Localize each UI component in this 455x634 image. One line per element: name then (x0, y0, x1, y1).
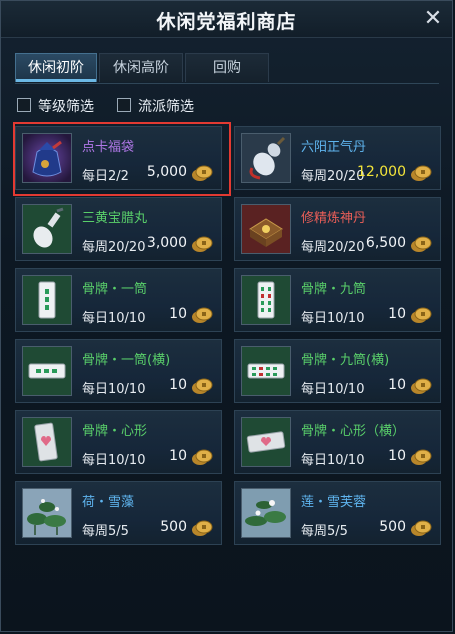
item-price: 10 (388, 377, 406, 393)
tab-casual-advanced[interactable]: 休闲高阶 (99, 53, 183, 82)
gold-coin-icon (411, 449, 432, 465)
tab-divider (15, 83, 439, 84)
item-name: 骨牌・一筒(横) (82, 353, 171, 368)
item-name: 骨牌・一筒 (82, 282, 148, 297)
item-price: 6,500 (365, 235, 406, 251)
shop-item[interactable]: 六阳正气丹 每周20/20 12,000 (234, 126, 441, 190)
shop-item[interactable]: 骨牌・一筒(横) 每日10/10 10 (15, 339, 222, 403)
item-name: 修精炼神丹 (301, 211, 367, 226)
item-name: 骨牌・九筒(横) (301, 353, 390, 368)
domino-one-horizontal-icon (22, 346, 72, 396)
tab-buyback[interactable]: 回购 (185, 53, 269, 82)
shop-item[interactable]: 三黄宝腊丸 每周20/20 3,000 (15, 197, 222, 261)
lotus-leaf-icon (22, 488, 72, 538)
item-limit: 每日10/10 (301, 382, 365, 397)
school-filter-checkbox[interactable] (117, 98, 131, 112)
gold-coin-icon (411, 236, 432, 252)
shop-item[interactable]: 荷・雪藻 每周5/5 500 (15, 481, 222, 545)
tab-casual-basic[interactable]: 休闲初阶 (15, 53, 97, 82)
item-price: 3,000 (146, 235, 187, 251)
gold-coin-icon (192, 378, 213, 394)
close-icon[interactable]: ✕ (422, 8, 444, 30)
shop-item[interactable]: 修精炼神丹 每周20/20 6,500 (234, 197, 441, 261)
school-filter-label: 流派筛选 (138, 99, 194, 115)
level-filter-checkbox[interactable] (17, 98, 31, 112)
gourd-pill-icon (241, 133, 291, 183)
item-price: 10 (388, 306, 406, 322)
domino-nine-icon (241, 275, 291, 325)
gold-coin-icon (192, 520, 213, 536)
item-name: 六阳正气丹 (301, 140, 367, 155)
level-filter-label: 等级筛选 (38, 99, 94, 115)
item-limit: 每日10/10 (301, 311, 365, 326)
shop-item[interactable]: 骨牌・一筒 每日10/10 10 (15, 268, 222, 332)
item-limit: 每日10/10 (82, 311, 146, 326)
item-limit: 每日10/10 (82, 453, 146, 468)
domino-heart-icon (22, 417, 72, 467)
level-filter[interactable]: 等级筛选 (17, 95, 109, 117)
shop-item[interactable]: 莲・雪芙蓉 每周5/5 500 (234, 481, 441, 545)
item-name: 莲・雪芙蓉 (301, 495, 367, 510)
selected-item-highlight (13, 122, 231, 196)
item-limit: 每周20/20 (301, 240, 365, 255)
item-limit: 每周20/20 (82, 240, 146, 255)
item-price: 10 (169, 306, 187, 322)
shop-item[interactable]: 骨牌・心形（横） 每日10/10 10 (234, 410, 441, 474)
item-limit: 每周5/5 (82, 524, 129, 539)
gold-coin-icon (192, 449, 213, 465)
domino-nine-horizontal-icon (241, 346, 291, 396)
title-bar: 休闲党福利商店 ✕ (1, 1, 452, 38)
school-filter[interactable]: 流派筛选 (117, 95, 209, 117)
item-name: 三黄宝腊丸 (82, 211, 148, 226)
gold-coin-icon (411, 307, 432, 323)
gold-coin-icon (411, 520, 432, 536)
medicine-bottle-icon (22, 204, 72, 254)
domino-one-icon (22, 275, 72, 325)
shop-item[interactable]: 骨牌・心形 每日10/10 10 (15, 410, 222, 474)
item-price: 10 (169, 377, 187, 393)
item-name: 荷・雪藻 (82, 495, 135, 510)
window-title: 休闲党福利商店 (156, 11, 297, 33)
item-price: 500 (160, 519, 187, 535)
pill-box-icon (241, 204, 291, 254)
shop-item[interactable]: 骨牌・九筒 每日10/10 10 (234, 268, 441, 332)
item-name: 骨牌・心形 (82, 424, 148, 439)
shop-window: 休闲党福利商店 ✕ 休闲初阶 休闲高阶 回购 等级筛选 流派筛选 点卡福袋 每日… (0, 0, 453, 632)
item-price: 10 (169, 448, 187, 464)
item-limit: 每周20/20 (301, 169, 365, 184)
item-limit: 每周5/5 (301, 524, 348, 539)
shop-item[interactable]: 骨牌・九筒(横) 每日10/10 10 (234, 339, 441, 403)
item-price: 12,000 (357, 164, 406, 180)
item-name: 骨牌・九筒 (301, 282, 367, 297)
item-limit: 每日10/10 (82, 382, 146, 397)
gold-coin-icon (192, 236, 213, 252)
item-name: 骨牌・心形（横） (301, 424, 406, 439)
gold-coin-icon (192, 307, 213, 323)
item-price: 500 (379, 519, 406, 535)
item-price: 10 (388, 448, 406, 464)
lotus-flower-icon (241, 488, 291, 538)
gold-coin-icon (411, 378, 432, 394)
item-limit: 每日10/10 (301, 453, 365, 468)
domino-heart-horizontal-icon (241, 417, 291, 467)
gold-coin-icon (411, 165, 432, 181)
